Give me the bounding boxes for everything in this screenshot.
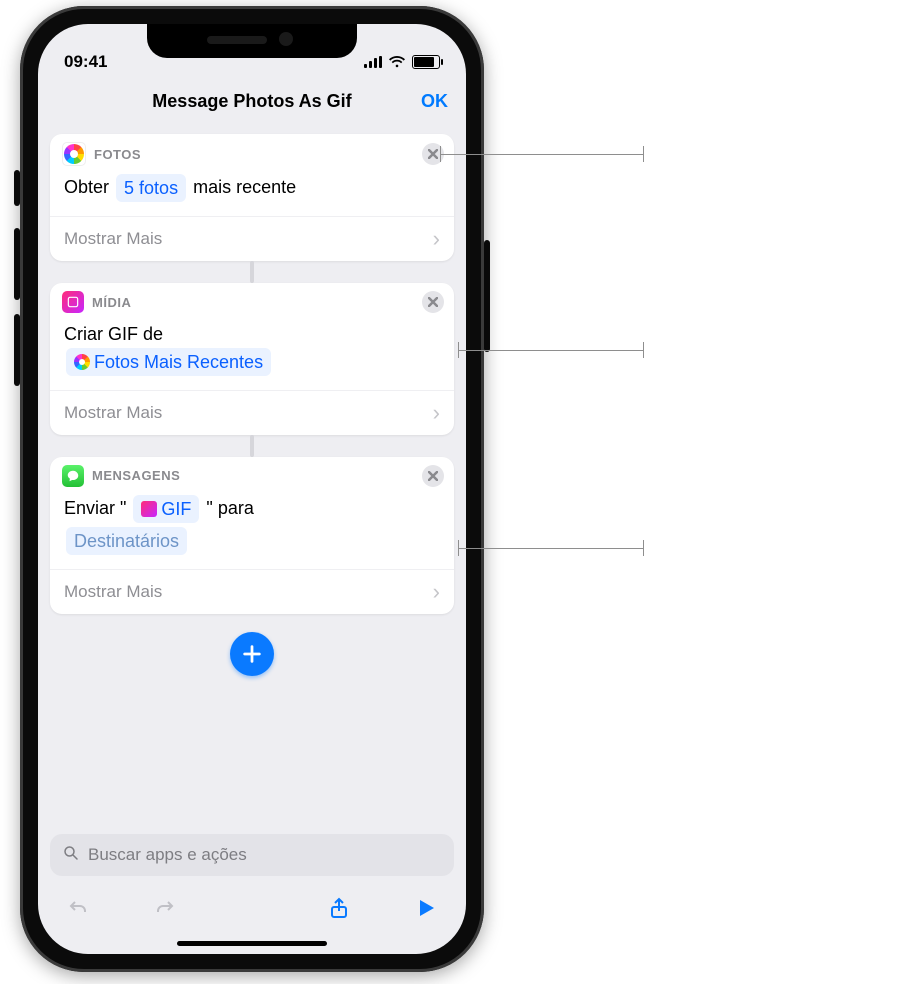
card-header: FOTOS: [50, 134, 454, 168]
close-icon[interactable]: [422, 291, 444, 313]
show-more-label: Mostrar Mais: [64, 403, 162, 423]
app-label: MÍDIA: [92, 295, 131, 310]
token-photo-count[interactable]: 5 fotos: [116, 174, 186, 202]
add-action-button[interactable]: [230, 632, 274, 676]
status-time: 09:41: [64, 52, 107, 72]
close-icon[interactable]: [422, 465, 444, 487]
messages-app-icon: [62, 465, 84, 487]
card-body: Obter 5 fotos mais recente: [50, 168, 454, 216]
power-button: [484, 240, 490, 352]
callout-line-2: [458, 350, 644, 351]
share-button[interactable]: [323, 892, 355, 924]
action-card-mensagens: MENSAGENS Enviar " GIF " para Destinatár…: [50, 457, 454, 615]
device-frame: 09:41 Message Photos As Gif OK: [20, 6, 484, 972]
callout-line-3: [458, 548, 644, 549]
search-input[interactable]: Buscar apps e ações: [50, 834, 454, 876]
content: FOTOS Obter 5 fotos mais recente Mostrar…: [38, 134, 466, 954]
callout-line-1: [440, 154, 644, 155]
token-gif[interactable]: GIF: [133, 495, 199, 523]
app-label: FOTOS: [94, 147, 141, 162]
card-body: Enviar " GIF " para Destinatários: [50, 489, 454, 570]
app-label: MENSAGENS: [92, 468, 180, 483]
media-mini-icon: [141, 501, 157, 517]
action-card-midia: MÍDIA Criar GIF de Fotos Mais Recentes: [50, 283, 454, 434]
show-more-row[interactable]: Mostrar Mais ›: [50, 216, 454, 261]
show-more-row[interactable]: Mostrar Mais ›: [50, 569, 454, 614]
card-header: MÍDIA: [50, 283, 454, 315]
text: mais recente: [188, 177, 296, 197]
show-more-label: Mostrar Mais: [64, 229, 162, 249]
search-placeholder: Buscar apps e ações: [88, 845, 247, 865]
show-more-label: Mostrar Mais: [64, 582, 162, 602]
notch: [147, 24, 357, 58]
spacer: [236, 892, 268, 924]
text: Enviar ": [64, 498, 131, 518]
photos-app-icon: [62, 142, 86, 166]
cellular-icon: [364, 56, 382, 68]
screen: 09:41 Message Photos As Gif OK: [38, 24, 466, 954]
card-header: MENSAGENS: [50, 457, 454, 489]
token-recent-photos[interactable]: Fotos Mais Recentes: [66, 348, 271, 376]
toolbar: [38, 884, 466, 932]
text: " para: [201, 498, 253, 518]
connector: [250, 261, 254, 283]
wifi-icon: [388, 55, 406, 69]
page-title: Message Photos As Gif: [152, 91, 351, 112]
search-icon: [62, 844, 80, 867]
run-button[interactable]: [410, 892, 442, 924]
connector: [250, 435, 254, 457]
home-indicator[interactable]: [177, 941, 327, 946]
text: Criar GIF de: [64, 321, 440, 347]
photos-mini-icon: [74, 354, 90, 370]
media-app-icon: [62, 291, 84, 313]
redo-button[interactable]: [149, 892, 181, 924]
show-more-row[interactable]: Mostrar Mais ›: [50, 390, 454, 435]
text: Obter: [64, 177, 114, 197]
battery-icon: [412, 55, 440, 69]
action-card-fotos: FOTOS Obter 5 fotos mais recente Mostrar…: [50, 134, 454, 261]
nav-bar: Message Photos As Gif OK: [38, 78, 466, 124]
status-right: [364, 55, 440, 69]
undo-button[interactable]: [62, 892, 94, 924]
card-body: Criar GIF de Fotos Mais Recentes: [50, 315, 454, 389]
token-recipients[interactable]: Destinatários: [66, 527, 187, 555]
ok-button[interactable]: OK: [421, 91, 448, 112]
